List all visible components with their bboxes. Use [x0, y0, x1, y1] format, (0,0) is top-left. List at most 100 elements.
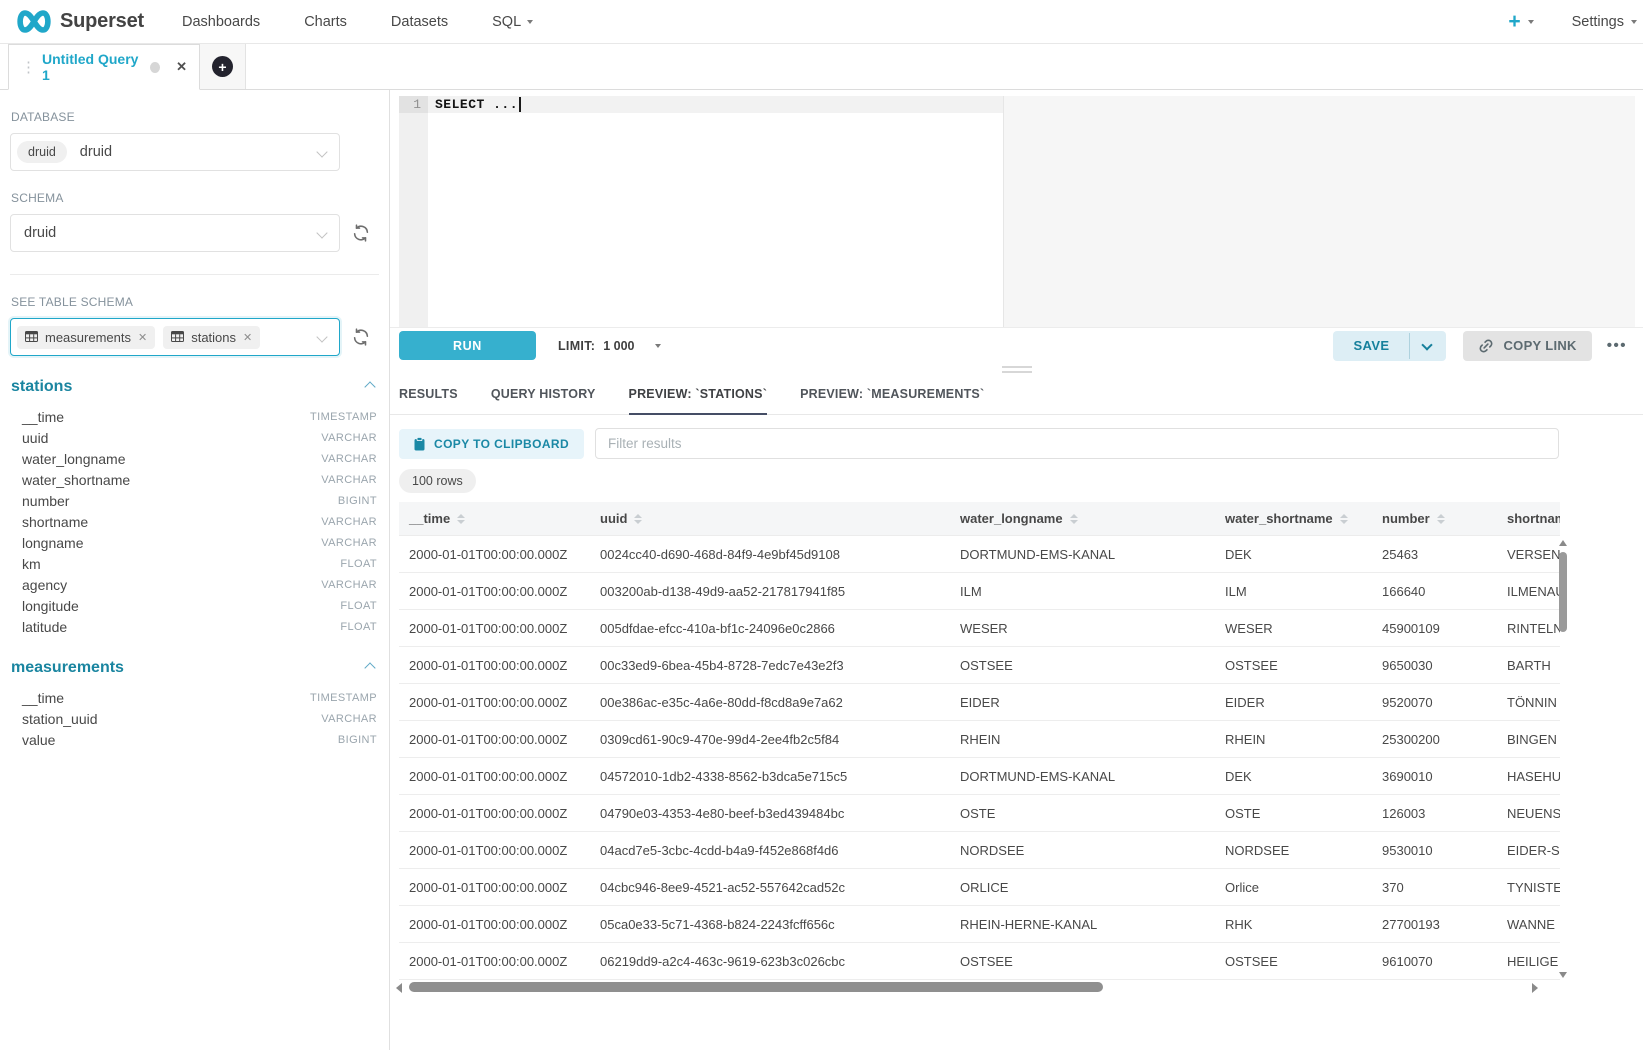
table-cell: OSTSEE — [1215, 943, 1372, 979]
scroll-left-icon[interactable] — [396, 983, 402, 993]
table-cell: WANNE — [1497, 906, 1560, 942]
scroll-right-icon[interactable] — [1532, 983, 1538, 993]
column-header-number[interactable]: number — [1372, 502, 1497, 535]
database-select[interactable]: druid druid — [10, 133, 340, 171]
database-label: DATABASE — [11, 110, 379, 124]
horizontal-scroll-thumb[interactable] — [409, 982, 1103, 992]
table-grid-icon — [171, 330, 184, 345]
table-cell: 3690010 — [1372, 758, 1497, 794]
schema-value: druid — [17, 225, 56, 241]
table-cell: 04acd7e5-3cbc-4cdd-b4a9-f452e868f4d6 — [590, 832, 950, 868]
table-row: 2000-01-01T00:00:00.000Z00c33ed9-6bea-45… — [399, 647, 1560, 684]
table-chip-label: stations — [191, 330, 236, 345]
query-tab[interactable]: ⋮ Untitled Query 1 ✕ — [8, 44, 200, 90]
schema-column-row: numberBIGINT — [10, 490, 379, 511]
table-cell: RHEIN-HERNE-KANAL — [950, 906, 1215, 942]
column-header-label: uuid — [600, 511, 627, 526]
table-chip-stations[interactable]: stations ✕ — [163, 326, 260, 349]
column-name: longname — [22, 535, 84, 551]
results-tab-3[interactable]: PREVIEW: `MEASUREMENTS` — [800, 387, 984, 415]
remove-chip-icon[interactable]: ✕ — [138, 331, 147, 344]
table-cell: 0024cc40-d690-468d-84f9-4e9bf45d9108 — [590, 536, 950, 572]
vertical-scrollbar[interactable] — [1559, 538, 1568, 980]
table-row: 2000-01-01T00:00:00.000Z05ca0e33-5c71-43… — [399, 906, 1560, 943]
column-header-__time[interactable]: __time — [399, 502, 590, 535]
column-name: station_uuid — [22, 711, 98, 727]
column-header-water_longname[interactable]: water_longname — [950, 502, 1215, 535]
refresh-tables-icon[interactable] — [352, 328, 370, 346]
add-tab-button[interactable]: + — [200, 44, 246, 89]
nav-item-sql[interactable]: SQL — [492, 14, 533, 30]
table-cell: DORTMUND-EMS-KANAL — [950, 536, 1215, 572]
column-header-label: water_shortname — [1225, 511, 1333, 526]
table-cell: NORDSEE — [1215, 832, 1372, 868]
results-tab-0[interactable]: RESULTS — [399, 387, 458, 415]
scroll-down-icon[interactable] — [1559, 972, 1567, 978]
table-row: 2000-01-01T00:00:00.000Z06219dd9-a2c4-46… — [399, 943, 1560, 980]
limit-dropdown[interactable]: LIMIT: 1 000 — [558, 339, 661, 353]
table-cell: 2000-01-01T00:00:00.000Z — [399, 536, 590, 572]
schema-select[interactable]: druid — [10, 214, 340, 252]
schema-column-row: valueBIGINT — [10, 729, 379, 750]
caret-down-icon — [1528, 20, 1534, 24]
sort-icon — [634, 514, 642, 524]
nav-item-dashboards[interactable]: Dashboards — [182, 14, 260, 30]
limit-value: 1 000 — [603, 339, 634, 353]
close-tab-icon[interactable]: ✕ — [176, 59, 187, 75]
results-tab-1[interactable]: QUERY HISTORY — [491, 387, 596, 415]
save-split-button: SAVE — [1333, 331, 1446, 361]
column-header-uuid[interactable]: uuid — [590, 502, 950, 535]
filter-results-input[interactable] — [595, 428, 1559, 459]
column-header-shortname[interactable]: shortname — [1497, 502, 1560, 535]
table-schema-select[interactable]: measurements✕ stations ✕ — [10, 318, 340, 356]
copy-link-button[interactable]: COPY LINK — [1463, 331, 1591, 361]
more-options-button[interactable]: ••• — [1607, 337, 1627, 354]
settings-menu[interactable]: Settings — [1572, 14, 1637, 30]
sqllab-app: Superset Dashboards Charts Datasets SQL + S… — [0, 0, 1643, 1050]
sql-editor[interactable]: 1 SELECT ... — [390, 90, 1643, 327]
table-chip-measurements[interactable]: measurements✕ — [17, 326, 155, 349]
save-dropdown-button[interactable] — [1410, 331, 1446, 361]
schema-column-row: station_uuidVARCHAR — [10, 708, 379, 729]
table-cell: VERSEN — [1497, 536, 1560, 572]
table-cell: 2000-01-01T00:00:00.000Z — [399, 721, 590, 757]
scroll-up-icon[interactable] — [1559, 540, 1567, 546]
save-button[interactable]: SAVE — [1333, 331, 1409, 361]
table-cell: 2000-01-01T00:00:00.000Z — [399, 832, 590, 868]
pane-resize-handle[interactable] — [390, 363, 1643, 375]
plus-circle-icon: + — [212, 56, 233, 77]
run-button[interactable]: RUN — [399, 331, 536, 360]
new-item-button[interactable]: + — [1508, 11, 1533, 32]
table-cell: NEUENS — [1497, 795, 1560, 831]
refresh-schema-icon[interactable] — [352, 224, 370, 242]
table-cell: 45900109 — [1372, 610, 1497, 646]
superset-logo[interactable]: Superset — [14, 8, 144, 35]
copy-link-label: COPY LINK — [1503, 338, 1576, 353]
plus-icon: + — [1508, 11, 1520, 32]
table-chips: measurements✕ stations ✕ — [17, 326, 268, 349]
column-type: VARCHAR — [321, 432, 377, 444]
column-header-water_shortname[interactable]: water_shortname — [1215, 502, 1372, 535]
run-toolbar: RUN LIMIT: 1 000 SAVE — [390, 327, 1643, 363]
nav-item-datasets[interactable]: Datasets — [391, 14, 448, 30]
schema-section-stations[interactable]: stations — [11, 378, 378, 396]
nav-item-charts[interactable]: Charts — [304, 14, 347, 30]
column-header-label: __time — [409, 511, 450, 526]
database-chip: druid — [17, 141, 67, 163]
column-name: longitude — [22, 598, 79, 614]
vertical-scroll-thumb[interactable] — [1559, 552, 1567, 632]
copy-to-clipboard-button[interactable]: COPY TO CLIPBOARD — [399, 429, 584, 459]
table-cell: 9610070 — [1372, 943, 1497, 979]
results-tab-2[interactable]: PREVIEW: `STATIONS` — [629, 387, 768, 415]
table-cell: 25463 — [1372, 536, 1497, 572]
table-cell: EIDER — [950, 684, 1215, 720]
remove-chip-icon[interactable]: ✕ — [243, 331, 252, 344]
column-type: VARCHAR — [321, 537, 377, 549]
horizontal-scrollbar[interactable] — [399, 981, 1560, 994]
schema-section-measurements[interactable]: measurements — [11, 659, 378, 677]
link-icon — [1475, 334, 1498, 357]
table-cell: 2000-01-01T00:00:00.000Z — [399, 869, 590, 905]
sort-icon — [457, 514, 465, 524]
chevron-down-icon — [1422, 339, 1433, 350]
table-cell: EIDER-S — [1497, 832, 1560, 868]
